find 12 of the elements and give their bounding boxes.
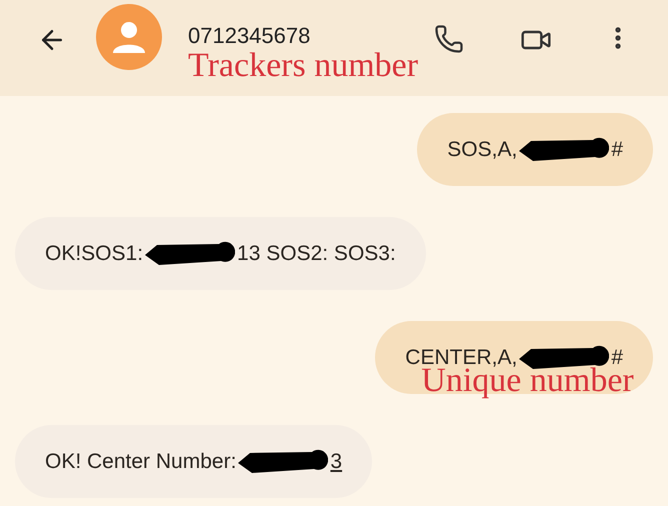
message-text: 3	[330, 448, 342, 475]
contact-number: 0712345678	[188, 22, 312, 50]
message-text: OK!SOS1:	[45, 240, 144, 267]
message-text: 13 SOS2: SOS3:	[237, 240, 396, 267]
annotation-text: Trackers number	[188, 48, 418, 84]
message-text: CENTER,A,	[405, 344, 518, 369]
person-icon	[112, 20, 146, 54]
message-text: #	[611, 344, 623, 369]
phone-icon[interactable]	[434, 24, 464, 54]
message-text: OK! Center Number:	[45, 448, 236, 475]
message-text: #	[611, 136, 623, 163]
message-text: SOS,A,	[447, 136, 518, 163]
